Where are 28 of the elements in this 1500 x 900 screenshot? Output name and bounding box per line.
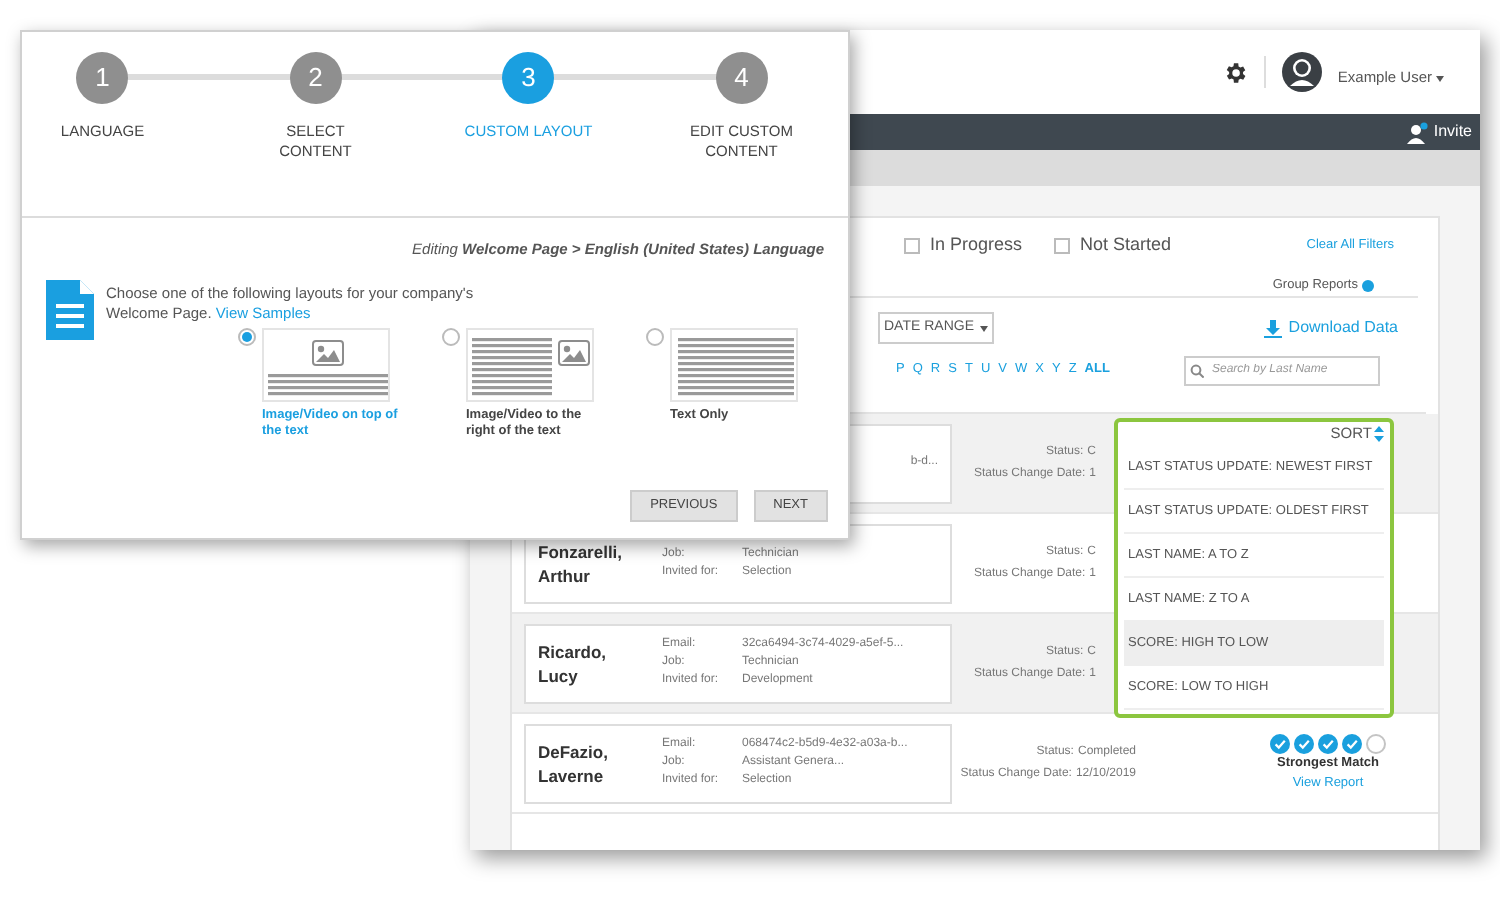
candidate-name: DeFazio, (538, 739, 610, 763)
invite-button[interactable]: Invite (1405, 120, 1472, 144)
info-icon (1362, 279, 1374, 291)
caret-icon (1436, 75, 1444, 81)
candidate-name: Ricardo, (538, 639, 609, 663)
caret-icon (980, 325, 988, 331)
search-icon (1190, 363, 1204, 377)
sort-icon (1374, 426, 1384, 442)
filter-label: In Progress (930, 232, 1023, 259)
image-top-layout-thumbnail[interactable] (262, 328, 390, 403)
candidate-name: Arthur (538, 563, 592, 587)
filter-label: Not Started (1080, 232, 1172, 259)
candidate-name: Laverne (538, 763, 606, 787)
settings-icon[interactable] (1221, 59, 1248, 85)
radio-button[interactable] (442, 328, 460, 347)
document-icon (46, 280, 94, 341)
candidate-name: Fonzarelli, (538, 539, 625, 563)
candidate-name: Lucy (538, 663, 580, 687)
text-only-layout-thumbnail[interactable] (670, 328, 798, 403)
add-user-icon (1405, 121, 1428, 143)
image-right-layout-thumbnail[interactable] (466, 328, 594, 403)
avatar-icon[interactable] (1281, 52, 1322, 92)
download-icon (1264, 319, 1283, 337)
radio-button[interactable] (238, 328, 256, 347)
download-button[interactable]: Download Data (1264, 316, 1398, 340)
checkbox[interactable] (1054, 238, 1071, 254)
radio-button[interactable] (646, 328, 664, 347)
checkbox[interactable] (904, 238, 920, 254)
